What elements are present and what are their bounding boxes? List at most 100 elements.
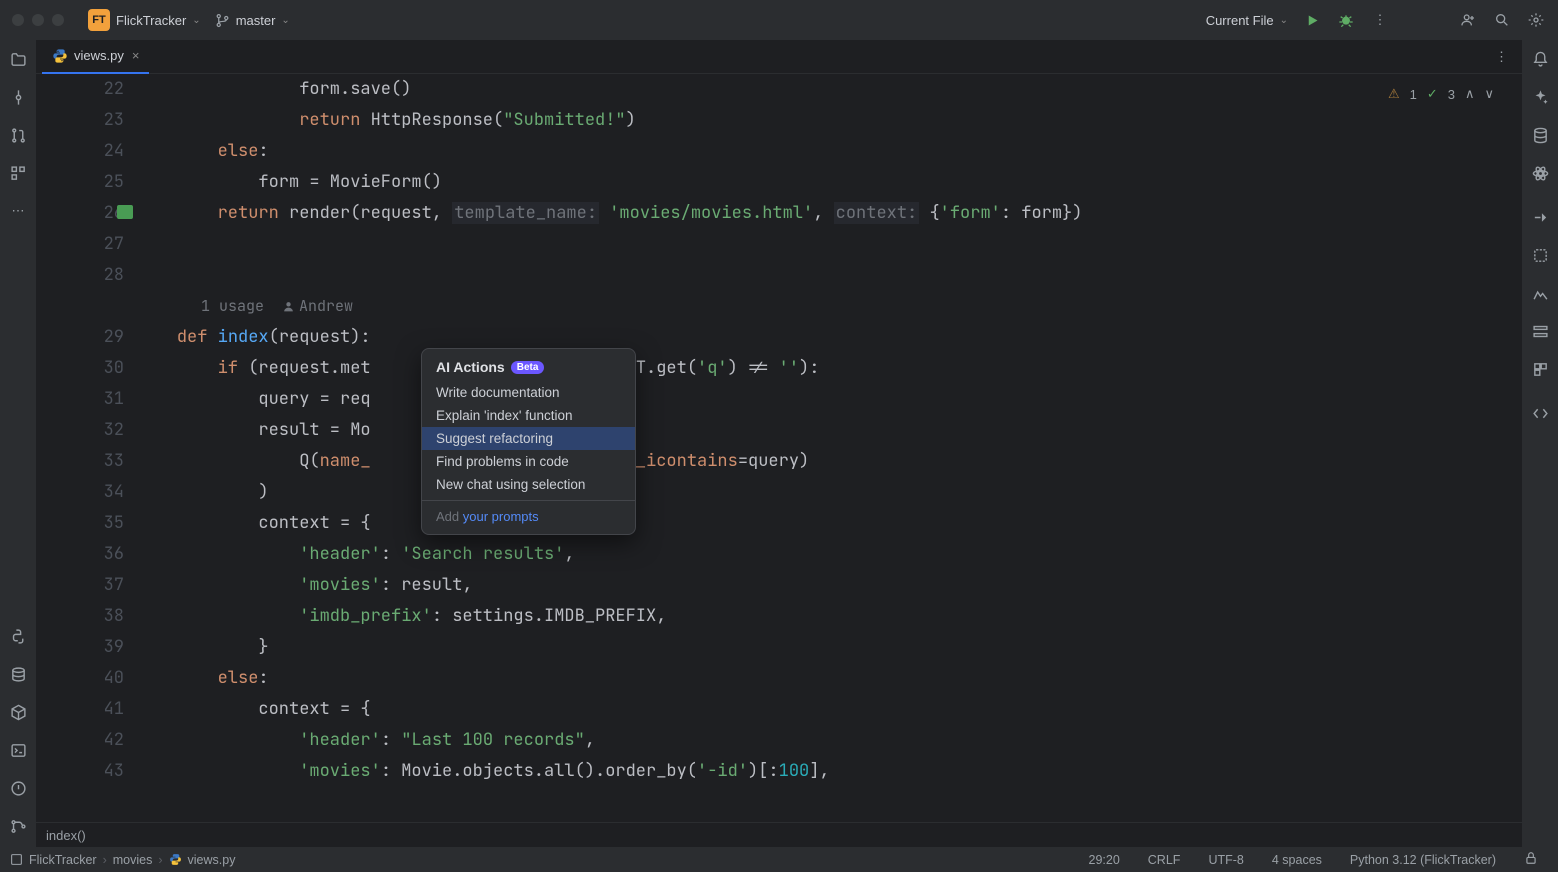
status-interpreter[interactable]: Python 3.12 (FlickTracker) (1340, 853, 1506, 867)
branch-selector[interactable]: master ⌄ (215, 13, 290, 28)
status-indent[interactable]: 4 spaces (1262, 853, 1332, 867)
path-seg-1[interactable]: movies (113, 853, 153, 867)
project-badge-icon: FT (88, 9, 110, 31)
code-line[interactable]: 35 context = { (36, 508, 1522, 539)
more-button[interactable]: ⋮ (1370, 10, 1390, 30)
code-line[interactable]: 26 return render(request, template_name:… (36, 198, 1522, 229)
code-line[interactable]: 33 Q(name_ Q(alt_name__icontains=query) (36, 446, 1522, 477)
code-line[interactable]: 32 result = Mo (36, 415, 1522, 446)
breadcrumb-text: index() (46, 828, 86, 843)
popup-add-prompts[interactable]: Add your prompts (422, 505, 635, 528)
code-line[interactable]: 27 (36, 229, 1522, 260)
popup-item-explain[interactable]: Explain 'index' function (422, 404, 635, 427)
code-line[interactable]: 36 'header': 'Search results', (36, 539, 1522, 570)
popup-add-prefix: Add (436, 509, 463, 524)
close-dot[interactable] (12, 14, 24, 26)
coverage-icon[interactable] (1529, 244, 1551, 266)
run-button[interactable] (1302, 10, 1322, 30)
status-encoding[interactable]: UTF-8 (1198, 853, 1253, 867)
tab-more-icon[interactable]: ⋮ (1481, 49, 1522, 65)
editor-breadcrumb[interactable]: index() (36, 822, 1522, 847)
status-position[interactable]: 29:20 (1079, 853, 1130, 867)
code-line[interactable]: 43 'movies': Movie.objects.all().order_b… (36, 756, 1522, 787)
code-line[interactable]: 29 def index(request): (36, 322, 1522, 353)
profiler-icon[interactable] (1529, 282, 1551, 304)
code-line[interactable]: 37 'movies': result, (36, 570, 1522, 601)
more-tools-icon[interactable]: ⋯ (7, 200, 29, 222)
vcs-tool-icon[interactable] (7, 815, 29, 837)
usages-hint[interactable]: 1 usage (201, 291, 264, 322)
nav-bar[interactable]: FlickTracker › movies › views.py (10, 853, 235, 867)
services-icon[interactable] (7, 663, 29, 685)
status-eol[interactable]: CRLF (1138, 853, 1191, 867)
code-line[interactable]: 31 query = req strip() (36, 384, 1522, 415)
problems-tool-icon[interactable] (7, 777, 29, 799)
http-client-icon[interactable] (1529, 402, 1551, 424)
code-line[interactable]: 40 else: (36, 663, 1522, 694)
structure-tool-icon[interactable] (7, 162, 29, 184)
commit-tool-icon[interactable] (7, 86, 29, 108)
popup-item-refactor[interactable]: Suggest refactoring (422, 427, 635, 450)
window-controls (12, 14, 64, 26)
popup-header: AI Actions Beta (422, 355, 635, 381)
path-seg-0[interactable]: FlickTracker (29, 853, 97, 867)
inspection-widget[interactable]: ⚠1 ✓3 ∧ ∨ (1388, 86, 1494, 102)
code-line[interactable]: 39 } (36, 632, 1522, 663)
author-hint[interactable]: Andrew (282, 291, 353, 322)
titlebar: FT FlickTracker ⌄ master ⌄ Current File … (0, 0, 1558, 40)
code-line[interactable]: 24 else: (36, 136, 1522, 167)
settings-icon[interactable] (1526, 10, 1546, 30)
python-console-icon[interactable] (7, 625, 29, 647)
database-icon[interactable] (1529, 124, 1551, 146)
code-line[interactable]: 41 context = { (36, 694, 1522, 725)
sci-view-icon[interactable] (1529, 162, 1551, 184)
run-config-selector[interactable]: Current File ⌄ (1206, 13, 1288, 28)
terminal-icon[interactable] (7, 739, 29, 761)
tab-views-py[interactable]: views.py × (42, 40, 149, 74)
popup-item-write-doc[interactable]: Write documentation (422, 381, 635, 404)
editor-tabbar: views.py × ⋮ (36, 40, 1522, 74)
max-dot[interactable] (52, 14, 64, 26)
project-selector[interactable]: FT FlickTracker ⌄ (88, 9, 201, 31)
python-file-icon (52, 48, 68, 64)
warning-icon: ⚠ (1388, 86, 1400, 102)
code-line[interactable]: 42 'header': "Last 100 records", (36, 725, 1522, 756)
pull-requests-icon[interactable] (7, 124, 29, 146)
code-editor[interactable]: ⚠1 ✓3 ∧ ∨ 22 form.save()23 return HttpRe… (36, 74, 1522, 822)
code-line[interactable]: 22 form.save() (36, 74, 1522, 105)
plugins-icon[interactable] (1529, 358, 1551, 380)
ai-assistant-icon[interactable] (1529, 86, 1551, 108)
debug-button[interactable] (1336, 10, 1356, 30)
min-dot[interactable] (32, 14, 44, 26)
path-seg-2[interactable]: views.py (188, 853, 236, 867)
code-line[interactable]: 30 if (request.met (request.POST.get('q'… (36, 353, 1522, 384)
popup-separator (422, 500, 635, 501)
branch-name: master (236, 13, 276, 28)
project-tool-icon[interactable] (7, 48, 29, 70)
tab-close-icon[interactable]: × (132, 48, 140, 63)
search-icon[interactable] (1492, 10, 1512, 30)
code-line[interactable]: 28 (36, 260, 1522, 291)
chevron-down-icon: ⌄ (281, 15, 289, 26)
popup-item-problems[interactable]: Find problems in code (422, 450, 635, 473)
python-packages-icon[interactable] (7, 701, 29, 723)
gutter-run-icon[interactable] (117, 205, 133, 219)
code-line[interactable]: 23 return HttpResponse("Submitted!") (36, 105, 1522, 136)
check-count: 3 (1448, 87, 1455, 102)
beta-badge: Beta (511, 361, 545, 374)
code-line[interactable]: 34 ) (36, 477, 1522, 508)
popup-item-new-chat[interactable]: New chat using selection (422, 473, 635, 496)
warning-count: 1 (1410, 87, 1417, 102)
prev-problem-icon[interactable]: ∧ (1465, 86, 1475, 102)
code-line[interactable]: 25 form = MovieForm() (36, 167, 1522, 198)
notifications-icon[interactable] (1529, 48, 1551, 70)
endpoints-icon[interactable] (1529, 320, 1551, 342)
statusbar: FlickTracker › movies › views.py 29:20 C… (0, 847, 1558, 872)
popup-add-link[interactable]: your prompts (463, 509, 539, 524)
next-problem-icon[interactable]: ∨ (1484, 86, 1494, 102)
lock-icon[interactable] (1514, 851, 1548, 868)
collapse-icon[interactable] (1529, 206, 1551, 228)
code-line[interactable]: 38 'imdb_prefix': settings.IMDB_PREFIX, (36, 601, 1522, 632)
chevron-down-icon: ⌄ (192, 15, 200, 26)
code-with-me-icon[interactable] (1458, 10, 1478, 30)
